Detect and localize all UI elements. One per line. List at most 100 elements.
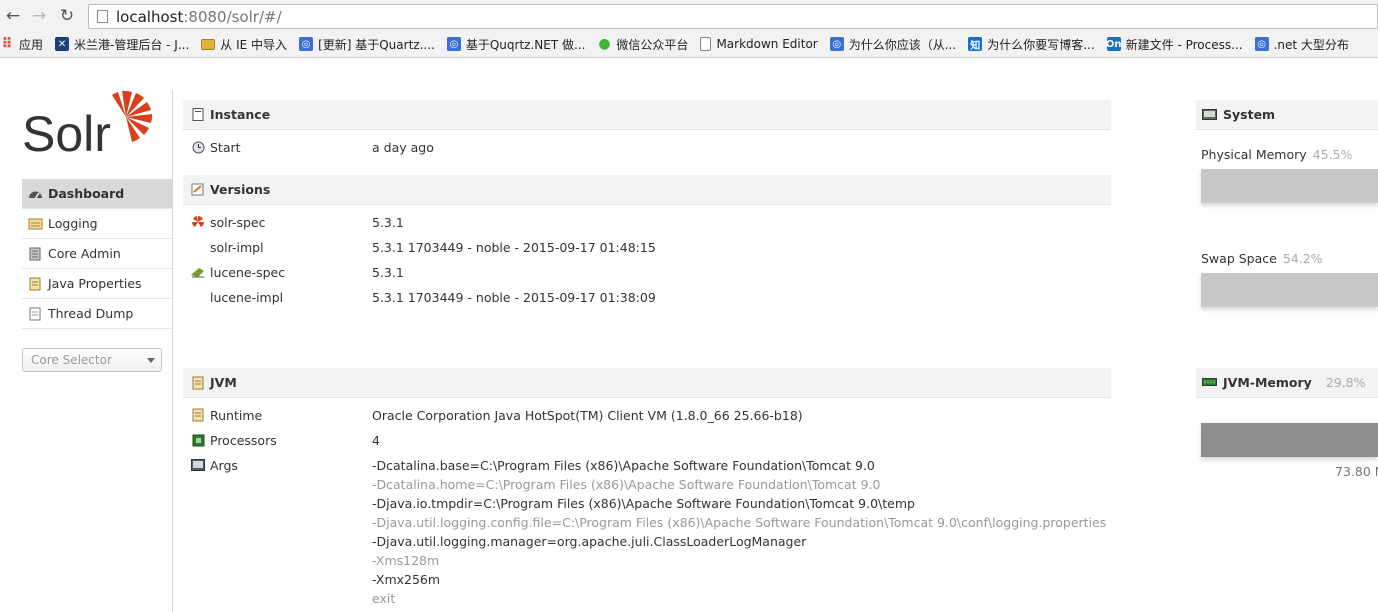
reload-button[interactable]: ↻ xyxy=(56,5,78,27)
zhihu-icon: 知 xyxy=(968,37,983,52)
instance-title: Instance xyxy=(210,107,271,122)
system-panel: System Physical Memory 45.5% Swap Space 54… xyxy=(1196,59,1378,612)
bookmark-item[interactable]: ⠿ 应用 xyxy=(0,36,43,53)
sidebar-item-label: Java Properties xyxy=(48,276,142,291)
jvm-arg-line: -Xmx256m xyxy=(372,572,441,587)
forward-button[interactable]: → xyxy=(28,5,50,27)
core-selector-label: Core Selector xyxy=(31,353,112,367)
memory-chip-icon xyxy=(1202,377,1218,389)
version-row-solr-spec: solr-spec 5.3.1 xyxy=(183,211,1111,233)
bookmark-item[interactable]: ● 微信公众平台 xyxy=(597,36,688,53)
jvm-memory-bar xyxy=(1201,423,1378,457)
processors-label: Processors xyxy=(210,432,277,448)
version-label: solr-spec xyxy=(210,214,266,230)
start-value: a day ago xyxy=(372,139,434,155)
solr-icon xyxy=(190,215,206,229)
page-icon xyxy=(97,10,108,23)
sidebar-item-core-admin[interactable]: Core Admin xyxy=(22,239,172,269)
start-label: Start xyxy=(210,139,241,155)
jvm-arg-line: -Xms128m xyxy=(372,553,440,568)
thread-dump-icon xyxy=(27,307,43,321)
swap-space-percent: 54.2% xyxy=(1282,251,1323,266)
chevron-down-icon xyxy=(147,358,155,363)
version-value: 5.3.1 1703449 - noble - 2015-09-17 01:38… xyxy=(372,289,656,305)
svg-text:Solr: Solr xyxy=(22,106,111,159)
processors-value: 4 xyxy=(372,432,380,448)
sidebar: Solr Dashboard Logging Core Admin Java Prop… xyxy=(0,59,172,612)
bookmark-item[interactable]: ◎ .net 大型分布 xyxy=(1254,36,1349,53)
sidebar-divider xyxy=(172,90,173,612)
bookmark-label: 米兰港-管理后台 - J... xyxy=(74,37,190,52)
jvm-memory-header: JVM-Memory 29.8% xyxy=(1196,368,1378,398)
versions-title: Versions xyxy=(210,182,271,197)
version-row-lucene-impl: lucene-impl 5.3.1 1703449 - noble - 2015-… xyxy=(183,286,1111,308)
sidebar-item-logging[interactable]: Logging xyxy=(22,209,172,239)
core-selector[interactable]: Core Selector xyxy=(22,348,162,372)
jvm-arg-line: -Dcatalina.home=C:\Program Files (x86)\A… xyxy=(372,477,881,492)
physical-memory-label: Physical Memory 45.5% xyxy=(1201,147,1353,162)
system-title: System xyxy=(1223,107,1276,122)
java-properties-icon xyxy=(27,277,43,291)
bookmark-label: 从 IE 中导入 xyxy=(220,37,288,52)
browser-chrome: ← → ↻ localhost:8080/solr/#/ ⠿ 应用 ✕ 米兰港-管理后… xyxy=(0,0,1378,58)
bookmark-item[interactable]: ◎ 为什么你应该（从... xyxy=(829,36,957,53)
bookmark-item[interactable]: ◎ 基于Quqrtz.NET 做... xyxy=(446,36,586,53)
version-label: lucene-impl xyxy=(210,289,284,305)
swap-space-label: Swap Space 54.2% xyxy=(1201,251,1323,266)
runtime-value: Oracle Corporation Java HotSpot(TM) Clie… xyxy=(372,407,803,423)
bookmark-label: 应用 xyxy=(19,37,44,52)
version-label: lucene-spec xyxy=(210,264,286,280)
jvm-arg-line: -Djava.util.logging.config.file=C:\Progr… xyxy=(372,515,1107,530)
solr-logo[interactable]: Solr xyxy=(22,89,153,162)
jvm-arg-line: -Djava.io.tmpdir=C:\Program Files (x86)\… xyxy=(372,496,915,511)
physical-memory-percent: 45.5% xyxy=(1312,147,1353,162)
page-icon xyxy=(700,37,712,51)
sidebar-item-dashboard[interactable]: Dashboard xyxy=(22,179,172,209)
version-row-solr-impl: solr-impl 5.3.1 1703449 - noble - 2015-09… xyxy=(183,236,1111,258)
shield-icon: ✕ xyxy=(55,37,70,51)
cnblogs-icon: ◎ xyxy=(1254,37,1269,51)
lucene-icon xyxy=(190,265,206,279)
sidebar-item-label: Core Admin xyxy=(48,246,121,261)
jvm-memory-caption: 73.80 M xyxy=(1335,464,1378,479)
jvm-runtime-row: Runtime Oracle Corporation Java HotSpot(… xyxy=(183,404,1111,426)
jvm-header: JVM xyxy=(183,368,1111,398)
jvm-icon xyxy=(190,376,206,390)
version-row-lucene-spec: lucene-spec 5.3.1 xyxy=(183,261,1111,283)
jvm-arg-line: -Dcatalina.base=C:\Program Files (x86)\A… xyxy=(372,458,875,473)
folder-icon xyxy=(201,38,216,50)
core-admin-icon xyxy=(27,247,43,261)
bookmark-label: 新建文件 - Process... xyxy=(1125,37,1243,52)
jvm-memory-percent: 29.8% xyxy=(1325,375,1366,390)
bookmark-label: 基于Quqrtz.NET 做... xyxy=(465,37,586,52)
bookmark-label: 为什么你应该（从... xyxy=(848,37,957,52)
dashboard-icon xyxy=(27,187,43,201)
jvm-arg-line: exit xyxy=(372,591,396,606)
versions-icon xyxy=(190,183,206,197)
instance-icon xyxy=(190,108,206,122)
args-icon xyxy=(190,458,206,472)
versions-header: Versions xyxy=(183,175,1111,205)
bookmark-item[interactable]: ◎ [更新] 基于Quartz.... xyxy=(299,36,435,53)
bookmark-item[interactable]: Markdown Editor xyxy=(700,37,818,51)
sidebar-item-thread-dump[interactable]: Thread Dump xyxy=(22,299,172,329)
args-label: Args xyxy=(210,457,238,473)
bookmark-item[interactable]: 知为什么你要写博客... xyxy=(968,36,1095,53)
bookmark-item[interactable]: 从 IE 中导入 xyxy=(201,36,287,53)
monitor-icon xyxy=(1202,108,1218,121)
address-bar[interactable]: localhost:8080/solr/#/ xyxy=(88,4,1378,29)
processon-icon: On xyxy=(1105,37,1122,51)
version-value: 5.3.1 1703449 - noble - 2015-09-17 01:48… xyxy=(372,239,656,255)
version-label: solr-impl xyxy=(210,239,264,255)
jvm-memory-title: JVM-Memory xyxy=(1223,375,1312,390)
bookmark-item[interactable]: ✕ 米兰港-管理后台 - J... xyxy=(55,36,189,53)
apps-grid-icon: ⠿ xyxy=(1,36,13,52)
sidebar-item-label: Logging xyxy=(48,216,98,231)
back-button[interactable]: ← xyxy=(2,5,24,27)
bookmark-item[interactable]: On 新建文件 - Process... xyxy=(1105,36,1243,53)
url-text: localhost:8080/solr/#/ xyxy=(116,7,282,26)
bookmark-label: [更新] 基于Quartz.... xyxy=(318,37,435,52)
instance-start-row: Start a day ago xyxy=(183,136,1111,158)
sidebar-item-java-properties[interactable]: Java Properties xyxy=(22,269,172,299)
jvm-title: JVM xyxy=(210,375,237,390)
